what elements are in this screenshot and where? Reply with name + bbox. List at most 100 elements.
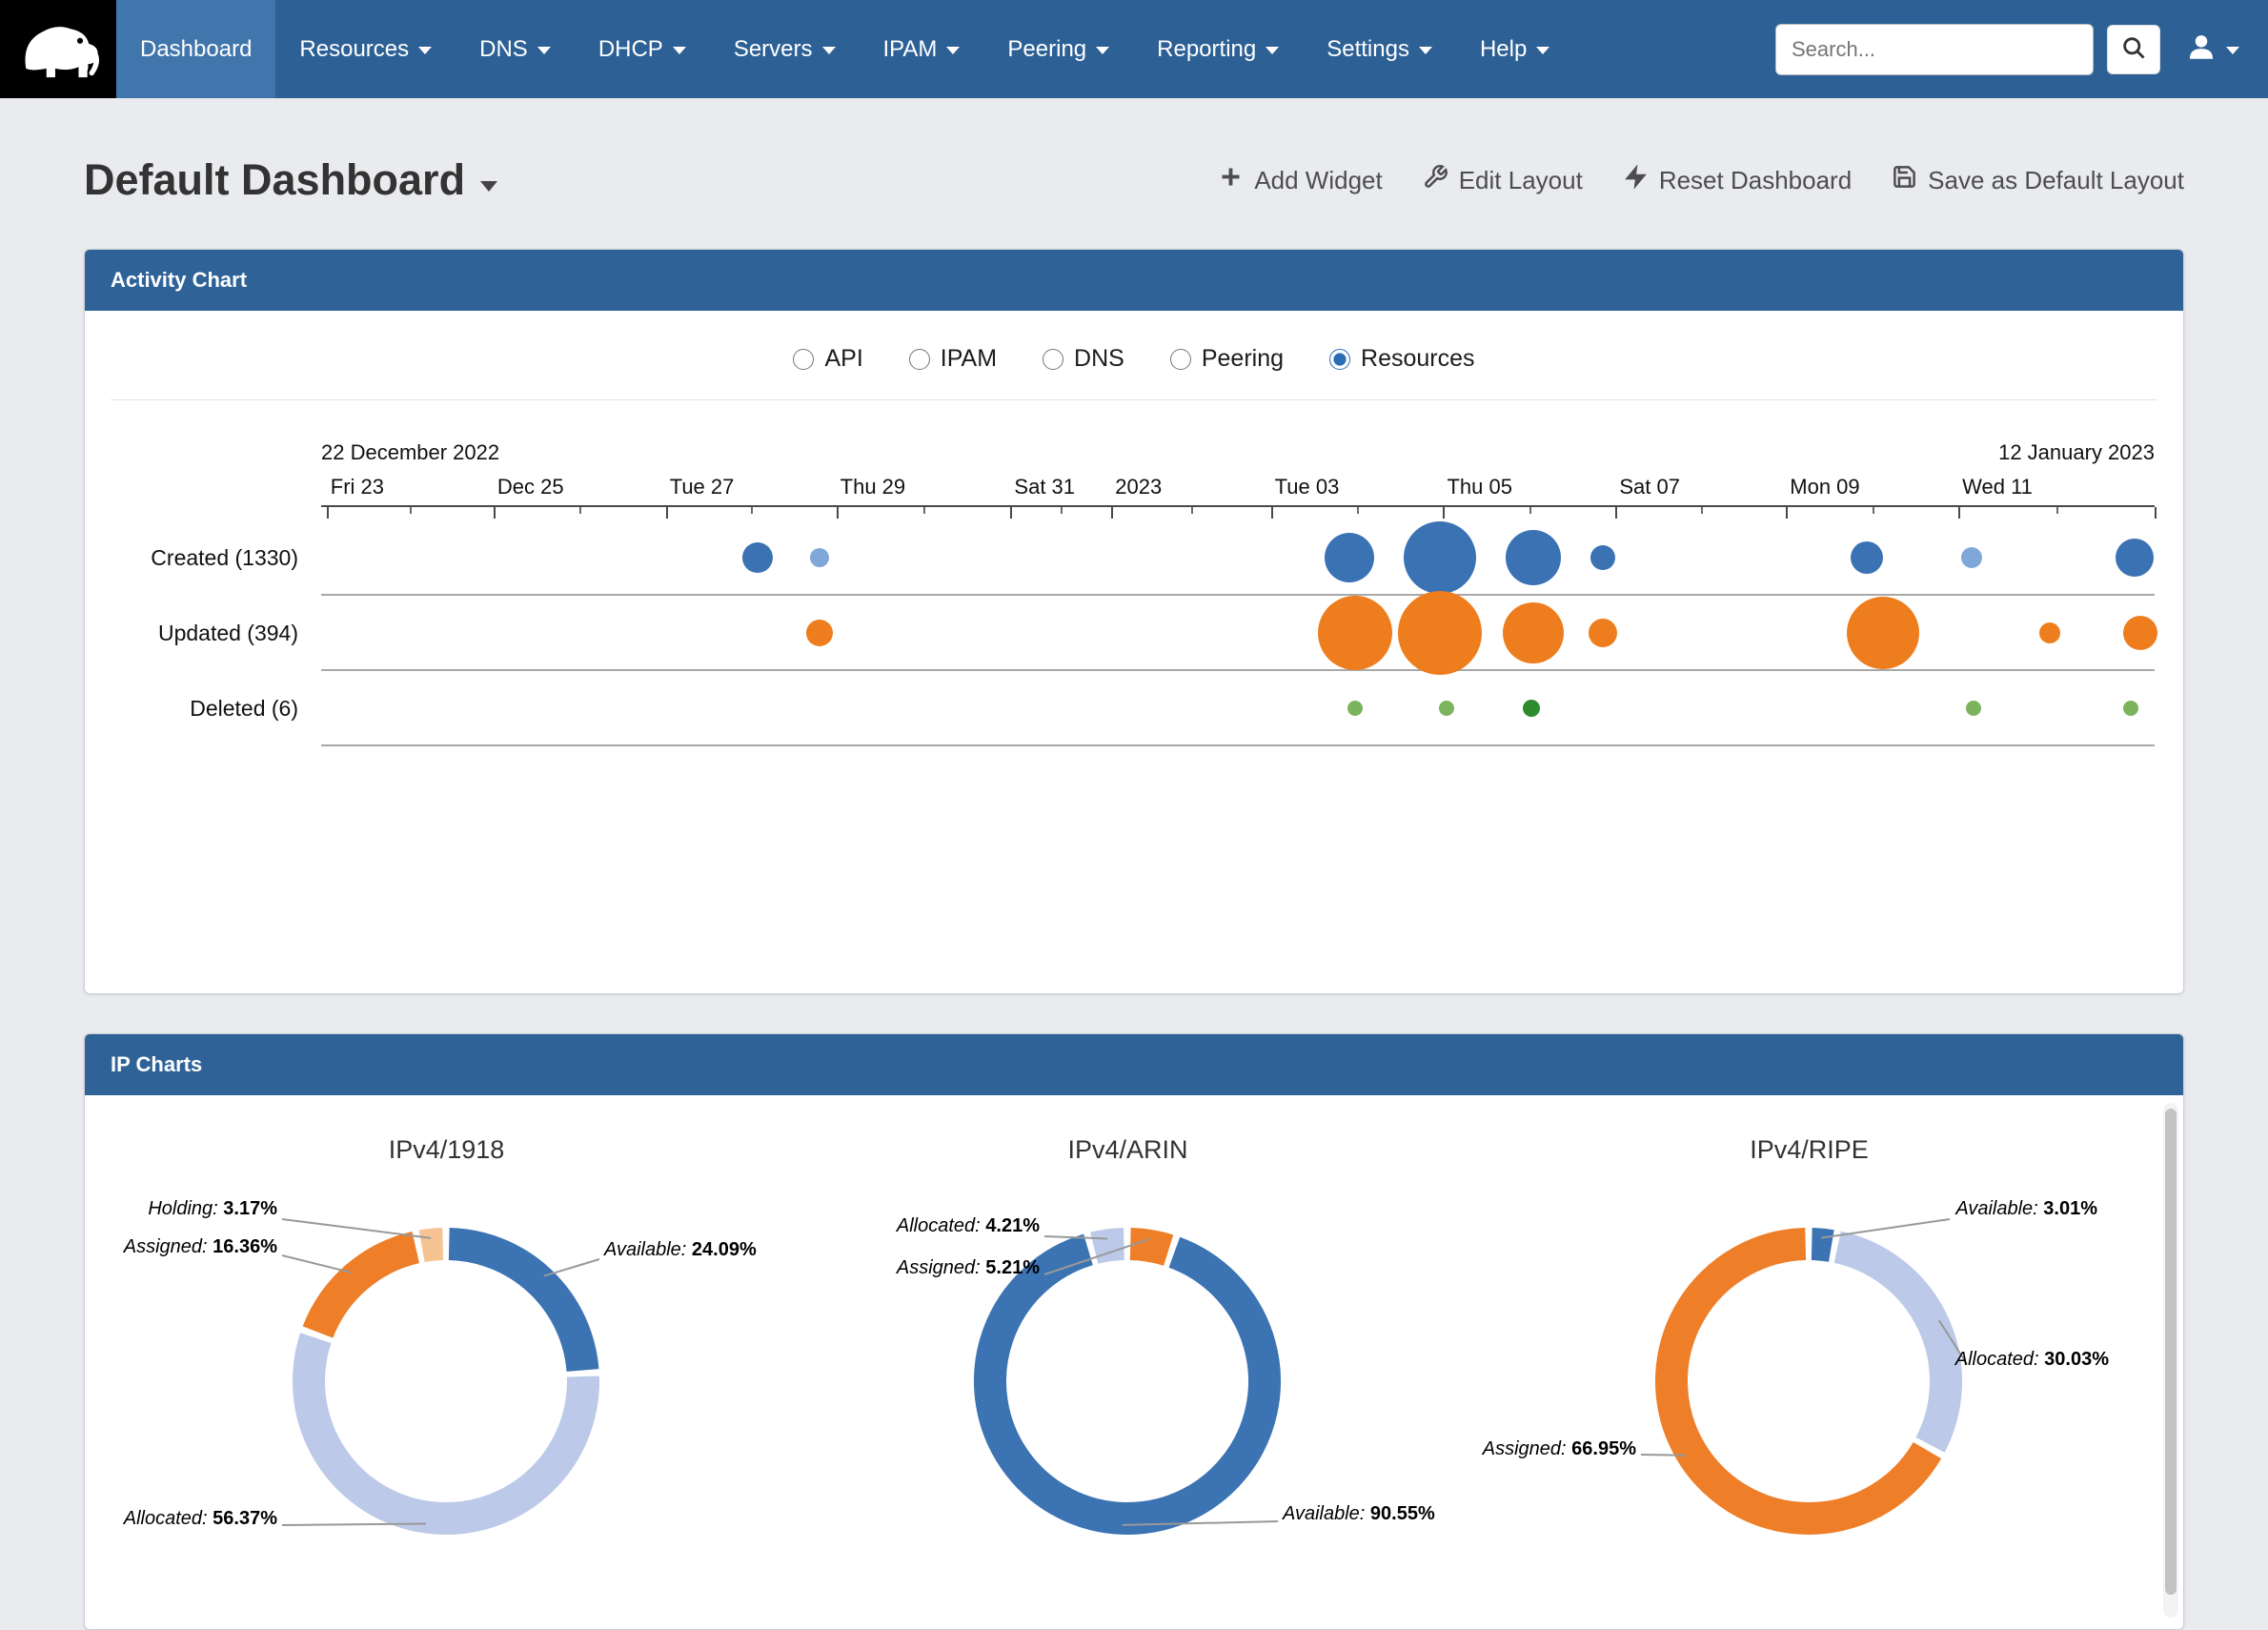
reset-dashboard-button[interactable]: Reset Dashboard — [1623, 164, 1852, 196]
nav-item-ipam[interactable]: IPAM — [860, 0, 984, 98]
chevron-down-icon — [822, 47, 836, 54]
action-label: Save as Default Layout — [1928, 166, 2184, 195]
label-leader-line — [1641, 1455, 1686, 1456]
nav-item-servers[interactable]: Servers — [710, 0, 860, 98]
chevron-down-icon — [1419, 47, 1432, 54]
user-icon — [2185, 31, 2217, 68]
axis-tick-minor — [1357, 507, 1359, 514]
donut-label-available: Available: 90.55% — [1283, 1503, 1435, 1525]
radio-input-api[interactable] — [793, 349, 814, 370]
donut-title: IPv4/RIPE — [1468, 1135, 2150, 1165]
activity-bubble — [2123, 701, 2138, 716]
donut-slice-assigned[interactable] — [1130, 1244, 1168, 1251]
filter-radio-peering[interactable]: Peering — [1170, 345, 1284, 373]
donut-slice-allocated[interactable] — [1094, 1244, 1124, 1248]
tick-label: Dec 25 — [494, 475, 564, 499]
timeline-range: 22 December 2022 12 January 2023 — [321, 440, 2155, 465]
nav-item-peering[interactable]: Peering — [983, 0, 1133, 98]
activity-timeline: 22 December 2022 12 January 2023 Fri 23 D… — [111, 440, 2155, 746]
axis-tick-minor — [1529, 507, 1531, 514]
chevron-down-icon — [480, 181, 497, 192]
donut-label-holding: Holding: 3.17% — [148, 1198, 277, 1220]
mammoth-logo-icon[interactable] — [0, 0, 116, 98]
action-label: Reset Dashboard — [1659, 166, 1852, 195]
search-input[interactable] — [1775, 24, 2094, 75]
donut-slice-allocated[interactable] — [1837, 1247, 1946, 1445]
axis-tick-minor — [751, 507, 753, 514]
page-header: Default Dashboard Add Widget Edit Layout R… — [0, 98, 2268, 249]
nav-item-settings[interactable]: Settings — [1303, 0, 1456, 98]
tick-label: Fri 23 — [327, 475, 384, 499]
nav-item-label: Resources — [299, 36, 409, 63]
donut-slice-assigned[interactable] — [318, 1248, 416, 1333]
filter-label: Peering — [1202, 345, 1284, 373]
tick-label: Wed 11 — [1958, 475, 2033, 499]
tick-label: Tue 27 — [666, 475, 735, 499]
chevron-down-icon — [946, 47, 960, 54]
save-as-default-layout-button[interactable]: Save as Default Layout — [1892, 164, 2184, 196]
donut-title: IPv4/1918 — [106, 1135, 787, 1165]
activity-bubble — [2116, 539, 2154, 577]
radio-input-peering[interactable] — [1170, 349, 1191, 370]
activity-bubble — [1847, 597, 1919, 669]
nav-item-label: Help — [1480, 36, 1527, 63]
donut-slice-holding[interactable] — [422, 1244, 443, 1246]
activity-bubble — [1347, 701, 1363, 716]
filter-label: API — [824, 345, 862, 373]
nav-item-dhcp[interactable]: DHCP — [575, 0, 710, 98]
save-icon — [1892, 164, 1917, 196]
tick-label: Mon 09 — [1786, 475, 1859, 499]
user-menu[interactable] — [2185, 31, 2239, 68]
scrollbar-track[interactable] — [2163, 1103, 2178, 1618]
activity-bubble — [1523, 700, 1540, 717]
activity-panel-body: API IPAM DNS Peering Resources 22 December 2… — [85, 311, 2183, 993]
axis-tick-major — [327, 507, 329, 519]
activity-bubble — [1851, 541, 1883, 574]
label-leader-line — [544, 1259, 599, 1276]
chevron-down-icon — [537, 47, 551, 54]
donut-slice-available[interactable] — [990, 1250, 1265, 1518]
donut-slice-available[interactable] — [1812, 1244, 1832, 1246]
filter-radio-resources[interactable]: Resources — [1329, 345, 1475, 373]
donut-slice-available[interactable] — [449, 1244, 582, 1370]
nav-item-resources[interactable]: Resources — [275, 0, 456, 98]
donut-slice-allocated[interactable] — [309, 1338, 583, 1518]
provision-dashboard-page: { "navbar": { "items": [ {"label": "Dash… — [0, 0, 2268, 1567]
scrollbar-thumb[interactable] — [2165, 1109, 2177, 1595]
axis-tick-major — [494, 507, 496, 519]
radio-input-resources[interactable] — [1329, 349, 1350, 370]
axis-tick-minor — [579, 507, 581, 514]
radio-input-ipam[interactable] — [909, 349, 930, 370]
nav-item-help[interactable]: Help — [1456, 0, 1573, 98]
activity-bubble — [1318, 596, 1392, 670]
radio-input-dns[interactable] — [1043, 349, 1063, 370]
filter-radio-ipam[interactable]: IPAM — [909, 345, 997, 373]
dashboard-title-dropdown[interactable]: Default Dashboard — [84, 155, 497, 205]
timeline-row: Deleted (6) — [111, 671, 2155, 746]
donut-label-assigned: Assigned: 5.21% — [897, 1257, 1040, 1279]
nav-item-dashboard[interactable]: Dashboard — [116, 0, 275, 98]
donut-label-assigned: Assigned: 66.95% — [1483, 1438, 1636, 1460]
nav-item-reporting[interactable]: Reporting — [1133, 0, 1303, 98]
edit-layout-button[interactable]: Edit Layout — [1423, 164, 1583, 196]
filter-label: DNS — [1074, 345, 1124, 373]
label-leader-line — [1821, 1219, 1950, 1238]
nav-item-label: Servers — [734, 36, 813, 63]
nav-item-dns[interactable]: DNS — [456, 0, 575, 98]
row-track — [321, 671, 2155, 746]
filter-radio-dns[interactable]: DNS — [1043, 345, 1124, 373]
activity-panel-header: Activity Chart — [85, 250, 2183, 311]
page-title: Default Dashboard — [84, 155, 465, 205]
row-track — [321, 520, 2155, 596]
axis-tick-minor — [923, 507, 925, 514]
row-track — [321, 596, 2155, 671]
search-button[interactable] — [2107, 25, 2160, 74]
add-widget-button[interactable]: Add Widget — [1218, 164, 1382, 196]
row-label: Created (1330) — [111, 520, 321, 596]
chevron-down-icon — [1536, 47, 1549, 54]
donut-label-available: Available: 24.09% — [604, 1239, 757, 1261]
filter-radio-api[interactable]: API — [793, 345, 862, 373]
donut-chart-ipv4-1918: IPv4/1918Holding: 3.17%Assigned: 16.36%A… — [106, 1095, 787, 1629]
axis-tick-major — [666, 507, 668, 519]
chevron-down-icon — [2226, 47, 2239, 54]
